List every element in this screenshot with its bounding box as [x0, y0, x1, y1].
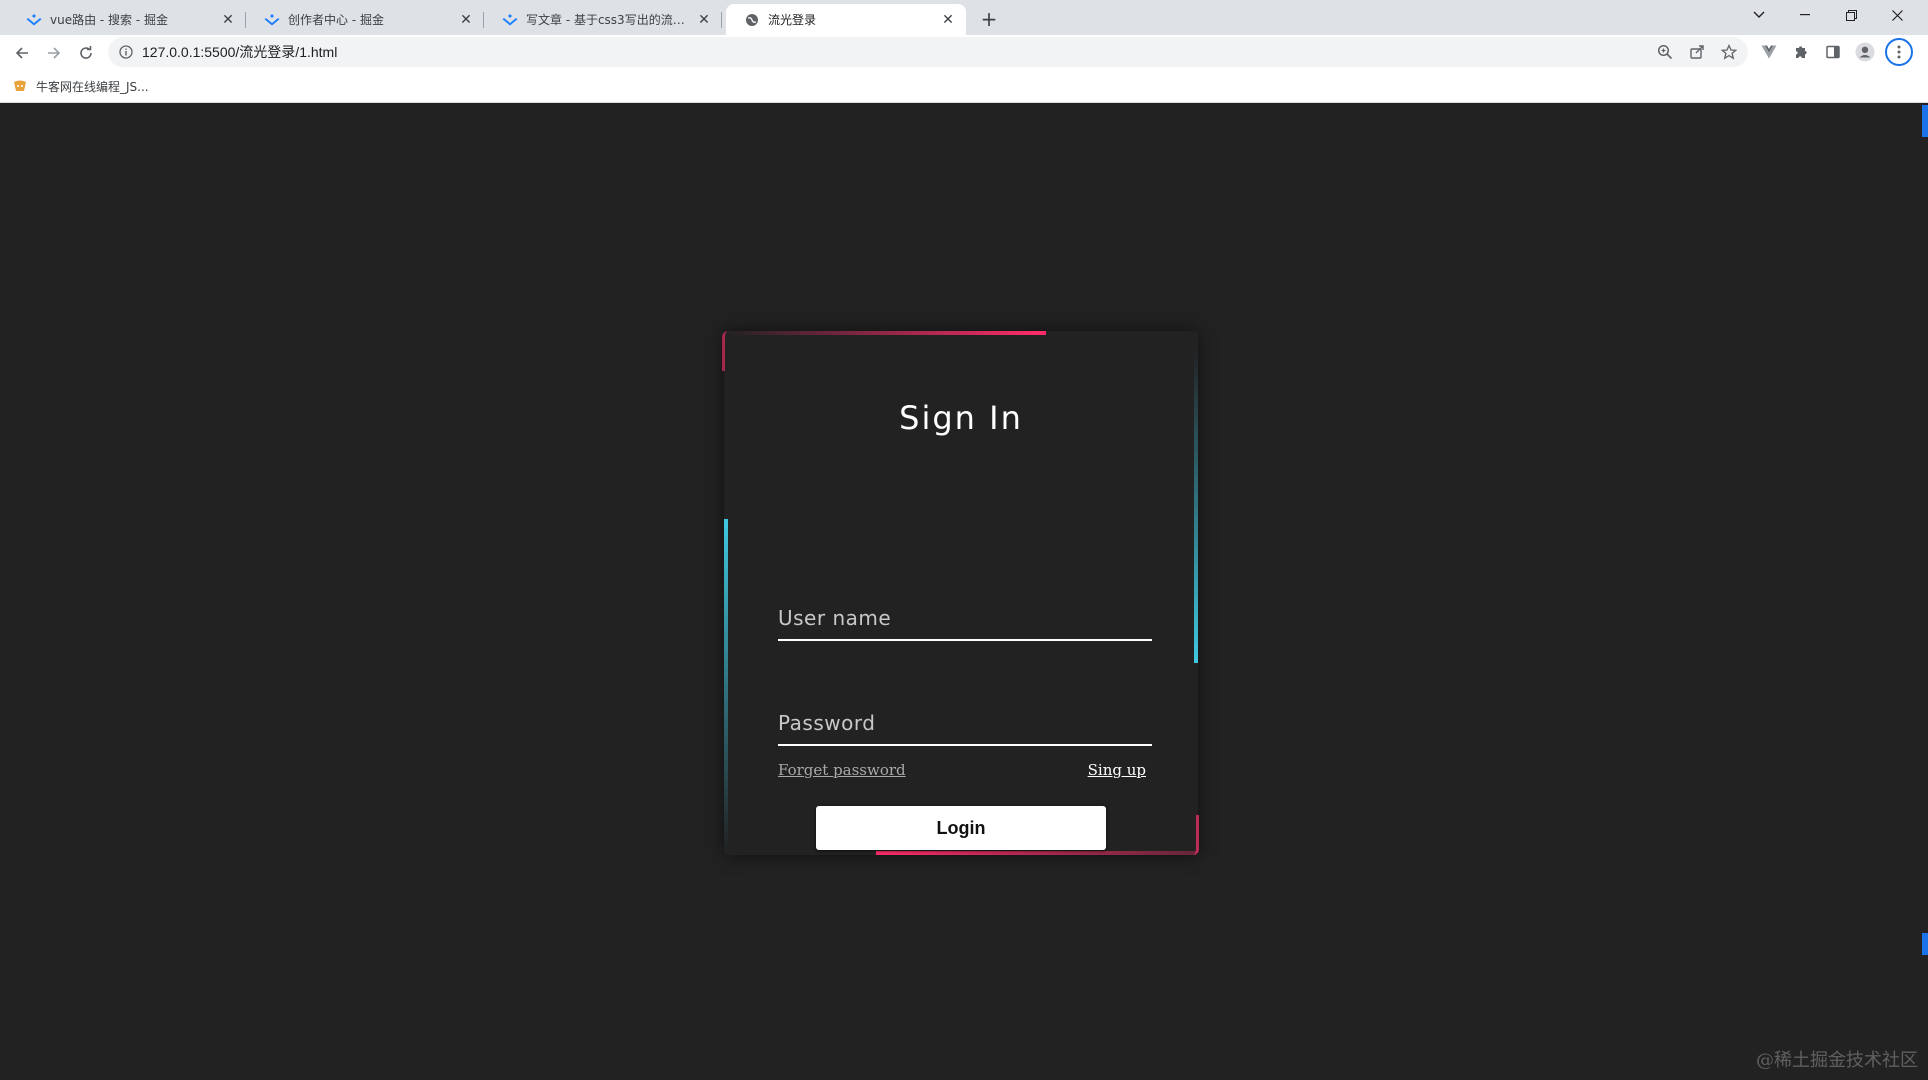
page-viewport: Sign In Forget password Sing up Login @稀… [0, 103, 1928, 1080]
browser-toolbar: 127.0.0.1:5500/流光登录/1.html [0, 35, 1928, 69]
share-icon[interactable] [1687, 42, 1707, 62]
tab-vue-search[interactable]: vue路由 - 搜索 - 掘金 ✕ [8, 4, 246, 35]
page-title: Sign In [899, 399, 1023, 437]
nowcoder-icon [12, 78, 28, 94]
close-icon[interactable]: ✕ [458, 12, 474, 28]
tab-search-chevron-icon[interactable] [1736, 0, 1782, 30]
bookmarks-bar: 牛客网在线编程_JS... [0, 69, 1928, 103]
watermark-text: @稀土掘金技术社区 [1756, 1050, 1918, 1071]
glow-corner-top-left [722, 331, 734, 371]
reload-icon[interactable] [72, 39, 100, 67]
address-bar[interactable]: 127.0.0.1:5500/流光登录/1.html [108, 37, 1748, 67]
juejin-logo-icon [502, 12, 518, 28]
tab-write-article[interactable]: 写文章 - 基于css3写出的流光登录 ✕ [484, 4, 722, 35]
juejin-logo-icon [264, 12, 280, 28]
password-field-wrapper [778, 708, 1152, 746]
back-arrow-icon[interactable] [8, 39, 36, 67]
tab-login-page[interactable]: 流光登录 ✕ [726, 4, 966, 35]
forget-password-link[interactable]: Forget password [778, 761, 906, 779]
profile-avatar-icon[interactable] [1853, 40, 1877, 64]
scrollbar-marker-bottom[interactable] [1922, 933, 1928, 955]
minimize-icon[interactable] [1782, 0, 1828, 30]
bookmark-label: 牛客网在线编程_JS... [36, 79, 149, 94]
juejin-logo-icon [26, 12, 42, 28]
bookmark-nowcoder[interactable]: 牛客网在线编程_JS... [12, 76, 149, 96]
glow-edge-bottom [876, 851, 1198, 855]
url-text: 127.0.0.1:5500/流光登录/1.html [142, 44, 338, 60]
tab-title: 写文章 - 基于css3写出的流光登录 [526, 13, 696, 27]
tab-strip: vue路由 - 搜索 - 掘金 ✕ 创作者中心 - 掘金 ✕ 写文章 - 基于c… [0, 0, 1928, 35]
side-panel-icon[interactable] [1821, 40, 1845, 64]
tab-title: 流光登录 [768, 13, 817, 27]
new-tab-button[interactable]: + [976, 6, 1002, 32]
close-icon[interactable]: ✕ [220, 12, 236, 28]
globe-icon [744, 12, 760, 28]
tab-creator-center[interactable]: 创作者中心 - 掘金 ✕ [246, 4, 484, 35]
tab-title: 创作者中心 - 掘金 [288, 13, 384, 27]
username-input[interactable] [778, 603, 1152, 639]
info-icon[interactable] [118, 44, 134, 60]
browser-chrome: vue路由 - 搜索 - 掘金 ✕ 创作者中心 - 掘金 ✕ 写文章 - 基于c… [0, 0, 1928, 103]
username-field-wrapper [778, 603, 1152, 641]
login-card: Sign In Forget password Sing up Login [722, 331, 1199, 855]
glow-edge-left [724, 519, 728, 849]
close-icon[interactable]: ✕ [696, 12, 712, 28]
glow-corner-bottom-right [1187, 815, 1199, 855]
extensions-puzzle-icon[interactable] [1789, 40, 1813, 64]
browser-menu-kebab-icon[interactable] [1885, 38, 1913, 66]
login-button[interactable]: Login [816, 806, 1106, 850]
sign-up-link[interactable]: Sing up [1088, 761, 1146, 779]
vue-devtools-icon[interactable] [1757, 40, 1781, 64]
close-window-icon[interactable] [1874, 0, 1920, 30]
password-input[interactable] [778, 708, 1152, 744]
scrollbar-marker-top[interactable] [1922, 105, 1928, 137]
restore-icon[interactable] [1828, 0, 1874, 30]
forward-arrow-icon[interactable] [40, 39, 68, 67]
bookmark-star-icon[interactable] [1719, 42, 1739, 62]
close-icon[interactable]: ✕ [940, 12, 956, 28]
zoom-icon[interactable] [1655, 42, 1675, 62]
tab-title: vue路由 - 搜索 - 掘金 [50, 13, 169, 27]
glow-edge-top [724, 331, 1046, 335]
glow-edge-right [1194, 351, 1198, 663]
